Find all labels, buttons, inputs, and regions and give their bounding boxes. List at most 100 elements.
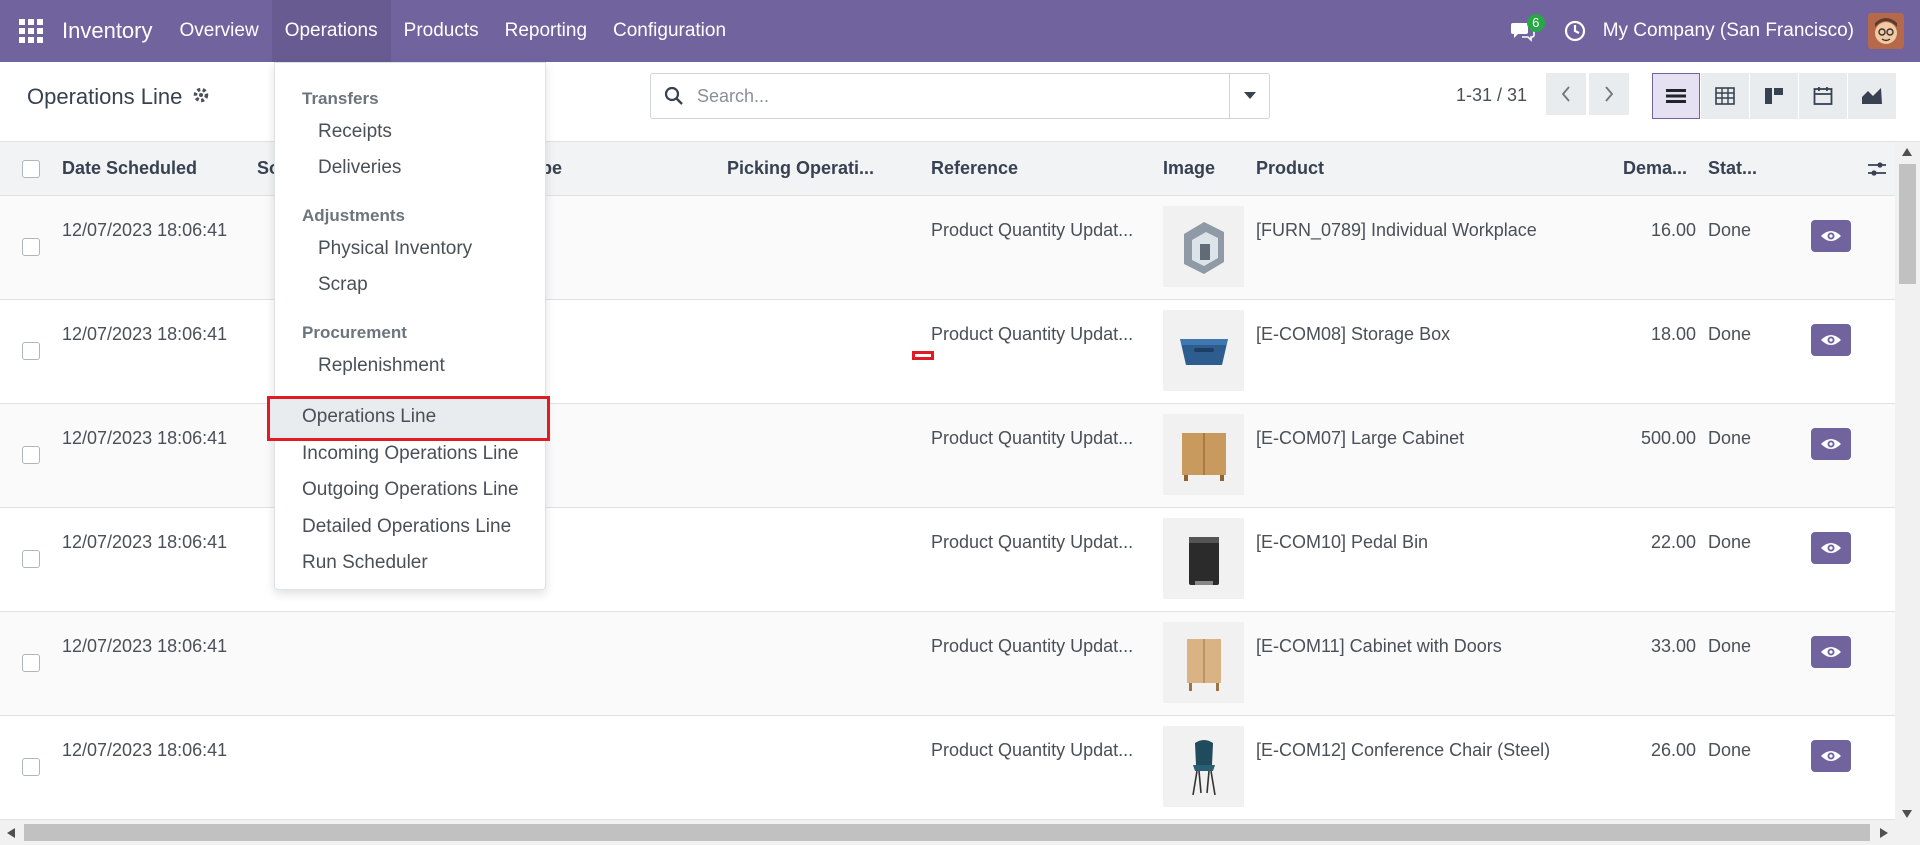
search-input[interactable] — [697, 85, 1229, 107]
view-details-button[interactable] — [1811, 740, 1851, 772]
menu-item-physical-inventory[interactable]: Physical Inventory — [318, 238, 472, 260]
view-details-button[interactable] — [1811, 324, 1851, 356]
pager-value[interactable]: 1-31 / 31 — [1456, 85, 1527, 106]
kanban-view-button[interactable] — [1750, 73, 1798, 119]
view-details-button[interactable] — [1811, 428, 1851, 460]
search-options-toggle[interactable] — [1229, 74, 1269, 118]
nav-operations[interactable]: Operations — [271, 0, 391, 62]
cell-demand: 26.00 — [1650, 740, 1696, 760]
menu-item-operations-line[interactable]: Operations Line — [302, 406, 436, 428]
cell-date: 12/07/2023 18:06:41 — [62, 740, 228, 760]
cell-demand: 33.00 — [1650, 636, 1696, 656]
user-avatar[interactable] — [1868, 13, 1904, 49]
horizontal-scrollbar[interactable] — [0, 820, 1920, 845]
horizontal-scroll-thumb[interactable] — [24, 824, 1870, 841]
cell-status: Done — [1708, 428, 1752, 448]
cell-demand: 500.00 — [1640, 428, 1696, 448]
cell-demand: 18.00 — [1650, 324, 1696, 344]
search-bar — [650, 73, 1270, 119]
cell-reference: Product Quantity Updat... — [931, 636, 1134, 656]
search-icon — [651, 86, 697, 106]
graph-view-button[interactable] — [1848, 73, 1896, 119]
chat-icon[interactable]: 6 — [1503, 0, 1545, 62]
scroll-up-icon — [1902, 148, 1912, 156]
eye-icon — [1821, 335, 1841, 345]
cell-status: Done — [1708, 532, 1752, 552]
row-checkbox[interactable] — [22, 758, 40, 776]
row-checkbox[interactable] — [22, 342, 40, 360]
row-checkbox[interactable] — [22, 238, 40, 256]
clock-icon[interactable] — [1555, 0, 1595, 62]
cell-reference: Product Quantity Updat... — [931, 428, 1134, 448]
company-switcher[interactable]: My Company (San Francisco) — [1595, 20, 1868, 42]
page-title: Operations Line — [27, 84, 210, 110]
annotation-marker — [912, 351, 934, 360]
operations-dropdown-menu: Transfers Receipts Deliveries Adjustment… — [267, 62, 550, 590]
calendar-view-button[interactable] — [1799, 73, 1847, 119]
table-row[interactable]: 12/07/2023 18:06:41 Product Quantity Upd… — [0, 716, 1895, 820]
cell-date: 12/07/2023 18:06:41 — [62, 532, 228, 552]
list-view-button[interactable] — [1652, 73, 1700, 119]
gear-icon[interactable] — [192, 84, 210, 110]
cell-date: 12/07/2023 18:06:41 — [62, 324, 228, 344]
select-all-checkbox[interactable] — [22, 160, 40, 178]
menu-item-receipts[interactable]: Receipts — [318, 121, 392, 143]
cell-product: [E-COM07] Large Cabinet — [1256, 428, 1465, 448]
row-checkbox[interactable] — [22, 550, 40, 568]
section-adjustments: Adjustments — [302, 206, 405, 225]
col-date-scheduled[interactable]: Date Scheduled — [62, 158, 197, 179]
cell-product: [E-COM08] Storage Box — [1256, 324, 1451, 344]
eye-icon — [1821, 647, 1841, 657]
col-picking-operation[interactable]: Picking Operati... — [727, 158, 874, 179]
nav-reporting[interactable]: Reporting — [492, 0, 600, 62]
pivot-view-button[interactable] — [1701, 73, 1749, 119]
pager-next-button[interactable] — [1589, 73, 1629, 115]
scroll-right-icon — [1880, 828, 1888, 838]
cell-reference: Product Quantity Updat... — [931, 740, 1134, 760]
apps-menu-icon[interactable] — [0, 0, 62, 62]
nav-overview[interactable]: Overview — [167, 0, 272, 62]
row-checkbox[interactable] — [22, 446, 40, 464]
menu-item-detailed-operations-line[interactable]: Detailed Operations Line — [302, 516, 511, 538]
cell-date: 12/07/2023 18:06:41 — [62, 636, 228, 656]
menu-item-deliveries[interactable]: Deliveries — [318, 157, 401, 179]
vertical-scroll-thumb[interactable] — [1899, 164, 1916, 284]
menu-item-run-scheduler[interactable]: Run Scheduler — [302, 552, 428, 574]
product-image — [1163, 726, 1244, 807]
row-checkbox[interactable] — [22, 654, 40, 672]
cell-reference: Product Quantity Updat... — [931, 324, 1134, 344]
view-details-button[interactable] — [1811, 636, 1851, 668]
optional-columns-icon[interactable] — [1867, 160, 1887, 183]
section-transfers: Transfers — [302, 89, 379, 108]
nav-configuration[interactable]: Configuration — [600, 0, 739, 62]
cell-demand: 22.00 — [1650, 532, 1696, 552]
col-image[interactable]: Image — [1163, 158, 1215, 179]
view-switcher — [1652, 73, 1897, 119]
col-status[interactable]: Stat... — [1708, 158, 1757, 179]
app-name[interactable]: Inventory — [62, 18, 167, 44]
product-image — [1163, 518, 1244, 599]
cell-reference: Product Quantity Updat... — [931, 220, 1134, 240]
col-demand[interactable]: Dema... — [1623, 158, 1687, 179]
nav-products[interactable]: Products — [391, 0, 492, 62]
eye-icon — [1821, 543, 1841, 553]
view-details-button[interactable] — [1811, 532, 1851, 564]
view-details-button[interactable] — [1811, 220, 1851, 252]
col-product[interactable]: Product — [1256, 158, 1324, 179]
col-reference[interactable]: Reference — [931, 158, 1018, 179]
eye-icon — [1821, 751, 1841, 761]
cell-status: Done — [1708, 636, 1752, 656]
cell-product: [FURN_0789] Individual Workplace — [1256, 220, 1537, 240]
eye-icon — [1821, 231, 1841, 241]
menu-item-scrap[interactable]: Scrap — [318, 274, 368, 296]
product-image — [1163, 622, 1244, 703]
pager-previous-button[interactable] — [1546, 73, 1586, 115]
menu-item-incoming-operations-line[interactable]: Incoming Operations Line — [302, 443, 519, 465]
scroll-left-icon — [7, 828, 15, 838]
section-procurement: Procurement — [302, 323, 407, 342]
vertical-scrollbar[interactable] — [1895, 142, 1920, 824]
table-row[interactable]: 12/07/2023 18:06:41 Product Quantity Upd… — [0, 612, 1895, 716]
menu-item-outgoing-operations-line[interactable]: Outgoing Operations Line — [302, 479, 519, 501]
product-image — [1163, 310, 1244, 391]
menu-item-replenishment[interactable]: Replenishment — [318, 355, 445, 377]
